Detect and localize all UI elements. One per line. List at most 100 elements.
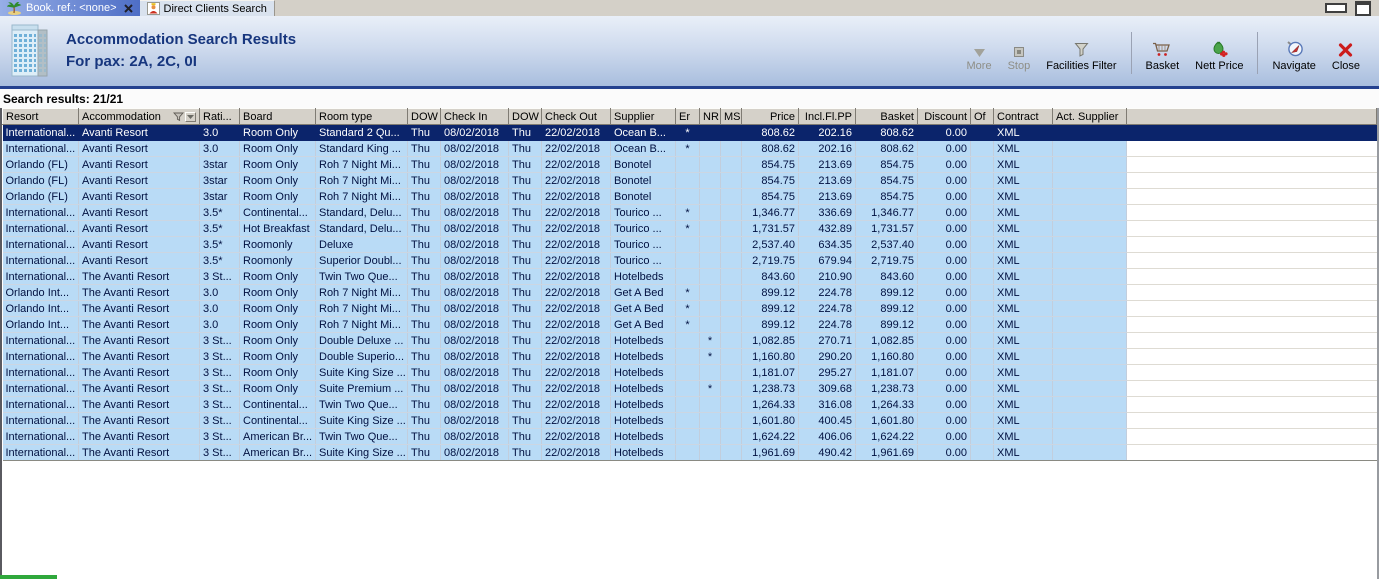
- rating-cell[interactable]: 3 St...: [199, 348, 240, 365]
- incl_fl_pp-cell[interactable]: 210.90: [798, 268, 856, 285]
- contract-cell[interactable]: XML: [993, 252, 1053, 269]
- check_in-cell[interactable]: 08/02/2018: [440, 348, 509, 365]
- act_supplier-cell[interactable]: [1052, 156, 1127, 173]
- nr-cell[interactable]: [699, 188, 721, 205]
- supplier-cell[interactable]: Bonotel: [610, 188, 676, 205]
- dow_out-cell[interactable]: Thu: [508, 140, 542, 157]
- room_type-cell[interactable]: Deluxe: [315, 236, 408, 253]
- check_in-cell[interactable]: 08/02/2018: [440, 236, 509, 253]
- ms-cell[interactable]: [720, 140, 742, 157]
- table-row[interactable]: International... Avanti Resort 3.0 Room Onl…: [2, 124, 1377, 141]
- nett-price-button[interactable]: Nett Price: [1188, 28, 1250, 74]
- er-cell[interactable]: [675, 348, 700, 365]
- check_in-cell[interactable]: 08/02/2018: [440, 316, 509, 333]
- basket-cell[interactable]: 1,601.80: [855, 412, 918, 429]
- check_out-cell[interactable]: 22/02/2018: [541, 220, 611, 237]
- dow_in-cell[interactable]: Thu: [407, 396, 441, 413]
- supplier-cell[interactable]: Bonotel: [610, 172, 676, 189]
- accommodation-cell[interactable]: Avanti Resort: [78, 188, 200, 205]
- rating-cell[interactable]: 3 St...: [199, 428, 240, 445]
- ms-cell[interactable]: [720, 156, 742, 173]
- table-row[interactable]: International... The Avanti Resort 3 St...…: [2, 332, 1377, 349]
- incl_fl_pp-cell[interactable]: 406.06: [798, 428, 856, 445]
- dow_out-cell[interactable]: Thu: [508, 348, 542, 365]
- resort-cell[interactable]: International...: [2, 380, 79, 397]
- resort-cell[interactable]: International...: [2, 444, 79, 461]
- ms-cell[interactable]: [720, 316, 742, 333]
- basket-cell[interactable]: 1,160.80: [855, 348, 918, 365]
- discount-cell[interactable]: 0.00: [917, 444, 971, 461]
- discount-cell[interactable]: 0.00: [917, 380, 971, 397]
- rating-cell[interactable]: 3.0: [199, 140, 240, 157]
- resort-cell[interactable]: Orlando Int...: [2, 284, 79, 301]
- act_supplier-cell[interactable]: [1052, 188, 1127, 205]
- column-header-check_out[interactable]: Check Out: [541, 108, 611, 125]
- board-cell[interactable]: Room Only: [239, 156, 316, 173]
- resort-cell[interactable]: Orlando (FL): [2, 172, 79, 189]
- room_type-cell[interactable]: Twin Two Que...: [315, 428, 408, 445]
- table-row[interactable]: International... The Avanti Resort 3 St...…: [2, 380, 1377, 397]
- accommodation-cell[interactable]: The Avanti Resort: [78, 428, 200, 445]
- table-row[interactable]: International... The Avanti Resort 3 St...…: [2, 444, 1377, 461]
- dow_in-cell[interactable]: Thu: [407, 364, 441, 381]
- basket-cell[interactable]: 1,731.57: [855, 220, 918, 237]
- check_in-cell[interactable]: 08/02/2018: [440, 188, 509, 205]
- rating-cell[interactable]: 3.0: [199, 300, 240, 317]
- nr-cell[interactable]: [699, 124, 721, 141]
- basket-cell[interactable]: 854.75: [855, 156, 918, 173]
- ms-cell[interactable]: [720, 172, 742, 189]
- price-cell[interactable]: 843.60: [741, 268, 799, 285]
- contract-cell[interactable]: XML: [993, 220, 1053, 237]
- basket-cell[interactable]: 1,624.22: [855, 428, 918, 445]
- contract-cell[interactable]: XML: [993, 316, 1053, 333]
- table-row[interactable]: Orlando (FL) Avanti Resort 3star Room Only R…: [2, 156, 1377, 173]
- dow_in-cell[interactable]: Thu: [407, 380, 441, 397]
- incl_fl_pp-cell[interactable]: 295.27: [798, 364, 856, 381]
- column-header-room_type[interactable]: Room type: [315, 108, 408, 125]
- column-header-incl_fl_pp[interactable]: Incl.Fl.PP: [798, 108, 856, 125]
- ms-cell[interactable]: [720, 348, 742, 365]
- rating-cell[interactable]: 3.5*: [199, 220, 240, 237]
- column-header-accommodation[interactable]: Accommodation: [78, 108, 200, 125]
- accommodation-cell[interactable]: The Avanti Resort: [78, 300, 200, 317]
- basket-cell[interactable]: 1,238.73: [855, 380, 918, 397]
- resort-cell[interactable]: International...: [2, 252, 79, 269]
- discount-cell[interactable]: 0.00: [917, 156, 971, 173]
- act_supplier-cell[interactable]: [1052, 348, 1127, 365]
- basket-cell[interactable]: 2,719.75: [855, 252, 918, 269]
- discount-cell[interactable]: 0.00: [917, 268, 971, 285]
- basket-cell[interactable]: 1,961.69: [855, 444, 918, 461]
- accommodation-cell[interactable]: Avanti Resort: [78, 220, 200, 237]
- price-cell[interactable]: 899.12: [741, 316, 799, 333]
- supplier-cell[interactable]: Tourico ...: [610, 220, 676, 237]
- act_supplier-cell[interactable]: [1052, 364, 1127, 381]
- contract-cell[interactable]: XML: [993, 444, 1053, 461]
- ms-cell[interactable]: [720, 428, 742, 445]
- discount-cell[interactable]: 0.00: [917, 140, 971, 157]
- er-cell[interactable]: *: [675, 220, 700, 237]
- accommodation-cell[interactable]: The Avanti Resort: [78, 268, 200, 285]
- dow_in-cell[interactable]: Thu: [407, 140, 441, 157]
- discount-cell[interactable]: 0.00: [917, 364, 971, 381]
- check_in-cell[interactable]: 08/02/2018: [440, 364, 509, 381]
- room_type-cell[interactable]: Superior Doubl...: [315, 252, 408, 269]
- dow_in-cell[interactable]: Thu: [407, 252, 441, 269]
- table-row[interactable]: Orlando Int... The Avanti Resort 3.0 Room O…: [2, 284, 1377, 301]
- incl_fl_pp-cell[interactable]: 213.69: [798, 188, 856, 205]
- accommodation-cell[interactable]: The Avanti Resort: [78, 380, 200, 397]
- column-header-discount[interactable]: Discount: [917, 108, 971, 125]
- check_out-cell[interactable]: 22/02/2018: [541, 364, 611, 381]
- dow_out-cell[interactable]: Thu: [508, 332, 542, 349]
- dow_out-cell[interactable]: Thu: [508, 444, 542, 461]
- dow_in-cell[interactable]: Thu: [407, 332, 441, 349]
- price-cell[interactable]: 2,537.40: [741, 236, 799, 253]
- of-cell[interactable]: [970, 444, 994, 461]
- table-row[interactable]: Orlando (FL) Avanti Resort 3star Room Only R…: [2, 172, 1377, 189]
- table-row[interactable]: Orlando Int... The Avanti Resort 3.0 Room O…: [2, 316, 1377, 333]
- check_in-cell[interactable]: 08/02/2018: [440, 268, 509, 285]
- column-filter-funnel-icon[interactable]: [173, 112, 184, 122]
- incl_fl_pp-cell[interactable]: 634.35: [798, 236, 856, 253]
- accommodation-cell[interactable]: The Avanti Resort: [78, 444, 200, 461]
- discount-cell[interactable]: 0.00: [917, 236, 971, 253]
- er-cell[interactable]: *: [675, 204, 700, 221]
